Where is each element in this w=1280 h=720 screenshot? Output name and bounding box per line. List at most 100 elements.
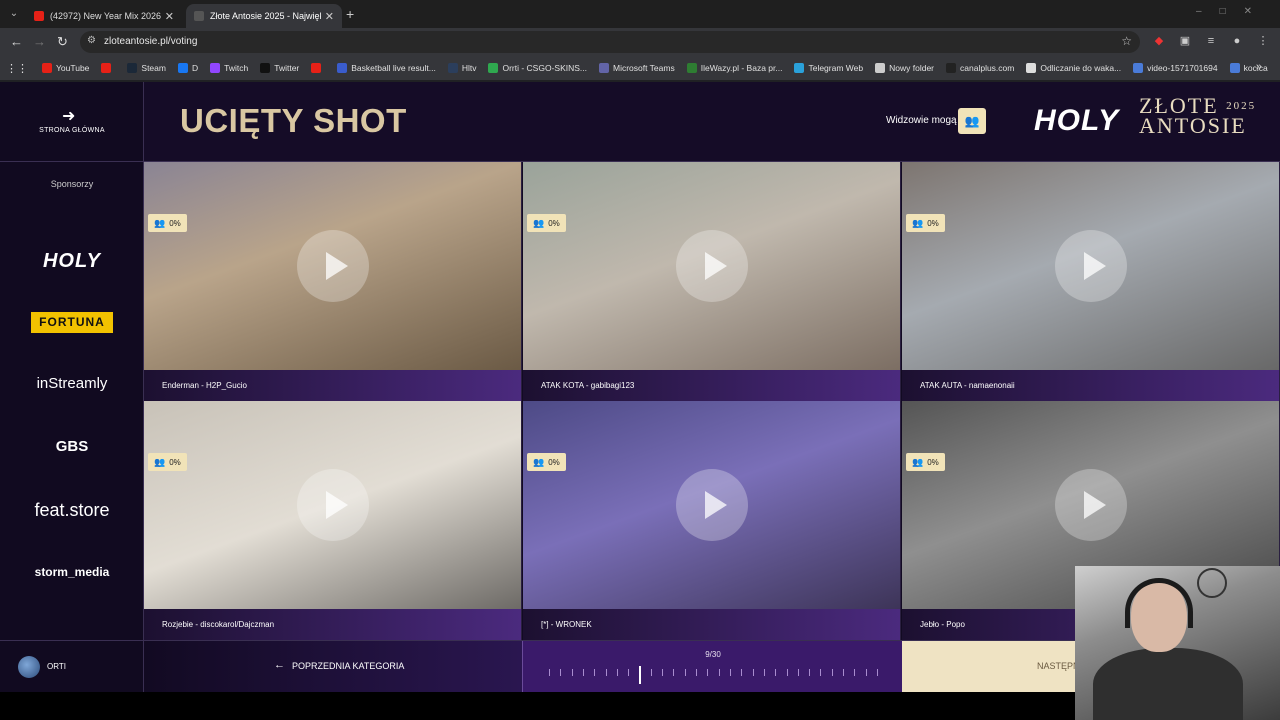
progress-tick: [809, 669, 811, 676]
play-icon[interactable]: [676, 469, 748, 541]
bookmark-item[interactable]: Steam: [127, 63, 166, 73]
sponsor-instreamly-logo[interactable]: inStreamly: [0, 375, 144, 392]
close-tab-icon[interactable]: ✕: [165, 10, 174, 23]
progress-tick: [865, 669, 867, 676]
bookmark-favicon-icon: [337, 63, 348, 73]
sponsor-featstore-logo[interactable]: feat.store: [0, 500, 144, 521]
url-text[interactable]: zloteantosie.pl/voting: [104, 36, 197, 47]
puzzle-icon[interactable]: ▣: [1178, 34, 1192, 48]
progress-tick: [594, 669, 596, 676]
extension-icon[interactable]: ◆: [1152, 34, 1166, 48]
bookmark-item[interactable]: D: [177, 63, 199, 73]
headphones-icon: [1125, 578, 1193, 628]
home-button[interactable]: ➜ STRONA GŁÓWNA: [0, 82, 144, 162]
nominee-tile[interactable]: 👥 0% ATAK AUTA - namaenonaii: [902, 162, 1280, 401]
play-icon[interactable]: [297, 469, 369, 541]
sponsor-gbs-logo[interactable]: GBS: [0, 438, 144, 455]
window-controls[interactable]: –□✕: [1196, 6, 1270, 17]
sponsor-holy-logo[interactable]: HOLY: [0, 250, 144, 273]
bookmark-favicon-icon: [42, 63, 52, 73]
extensions: ◆ ▣ ≡ ● ⋮: [1152, 34, 1270, 48]
tab-search-icon[interactable]: ⌄: [6, 6, 22, 22]
bookmark-favicon-icon: [599, 63, 609, 73]
sidebar-icon[interactable]: ≡: [1204, 34, 1218, 48]
youtube-favicon-icon: [34, 11, 44, 21]
previous-category-button[interactable]: ← POPRZEDNIA KATEGORIA: [144, 641, 522, 693]
bookmark-item[interactable]: video-1571701694: [1133, 63, 1218, 73]
bookmark-item[interactable]: IleWazy.pl - Baza pr...: [686, 63, 782, 73]
bookmark-item[interactable]: Odliczanie do waka...: [1026, 63, 1121, 73]
more-bookmarks-icon[interactable]: »: [1256, 61, 1262, 73]
bookmark-label: D: [191, 63, 199, 73]
vote-percent: 0%: [927, 458, 939, 467]
bookmark-item[interactable]: [311, 63, 325, 73]
progress-tick: [729, 669, 731, 676]
play-icon[interactable]: [1055, 469, 1127, 541]
bookmark-favicon-icon: [177, 63, 188, 73]
reload-icon[interactable]: ↻: [57, 34, 68, 50]
bookmark-favicon-icon: [101, 63, 112, 73]
apps-icon[interactable]: ⋮⋮: [6, 62, 28, 75]
progress-tick: [843, 669, 845, 676]
nominee-tile[interactable]: 👥 0% [*] - WRONEK: [523, 401, 901, 640]
sponsor-stormmedia-logo[interactable]: storm_media: [0, 565, 144, 579]
bookmark-item[interactable]: Twitch: [210, 63, 248, 73]
bookmark-item[interactable]: canalplus.com: [946, 63, 1014, 73]
bookmark-item[interactable]: [101, 63, 115, 73]
nominee-tile[interactable]: 👥 0% Rozjebie - discokarol/Dajczman: [144, 401, 522, 640]
bookmark-label: canalplus.com: [960, 63, 1015, 73]
progress-tick: [820, 669, 822, 676]
tab-youtube[interactable]: (42972) New Year Mix 2026 | Th ✕: [26, 4, 182, 28]
viewers-vote-button[interactable]: 👥: [958, 108, 986, 134]
bookmark-item[interactable]: Telegram Web: [794, 63, 863, 73]
vote-percent-badge: 👥 0%: [527, 214, 566, 232]
page-title: UCIĘTY SHOT: [180, 102, 407, 139]
vote-percent: 0%: [927, 219, 939, 228]
progress-tick: [877, 669, 878, 676]
progress-tick: [775, 669, 777, 676]
progress-tick: [797, 669, 799, 676]
sponsors-title: Sponsorzy: [50, 179, 94, 189]
nominee-tile[interactable]: 👥 0% Enderman - H2P_Gucio: [144, 162, 522, 401]
category-header: UCIĘTY SHOT Widzowie mogą 👥 HOLY ZŁOTE 2…: [144, 82, 1280, 162]
progress-counter: 9/30: [705, 650, 721, 659]
play-icon[interactable]: [297, 230, 369, 302]
profile-icon[interactable]: ●: [1230, 34, 1244, 48]
bookmark-item[interactable]: Nowy folder: [875, 63, 934, 73]
new-tab-button[interactable]: +: [346, 6, 354, 22]
bookmark-item[interactable]: YouTube: [42, 63, 89, 73]
sponsor-fortuna-logo[interactable]: FORTUNA: [31, 312, 113, 333]
menu-icon[interactable]: ⋮: [1256, 34, 1270, 48]
holy-logo: HOLY: [1034, 104, 1120, 137]
bookmark-item[interactable]: Microsoft Teams: [599, 63, 675, 73]
previous-category-label: POPRZEDNIA KATEGORIA: [292, 661, 405, 671]
play-icon[interactable]: [1055, 230, 1127, 302]
bookmark-item[interactable]: Basketball live result...: [337, 63, 436, 73]
avatar[interactable]: [18, 656, 40, 678]
close-tab-icon[interactable]: ✕: [325, 10, 334, 23]
progress-tick: [560, 669, 562, 676]
streamer-webcam-overlay: [1075, 566, 1280, 720]
users-icon: 👥: [964, 114, 980, 128]
logo-line2: ANTOSIE: [1139, 113, 1247, 138]
progress-tick: [696, 669, 698, 676]
bookmark-item[interactable]: Hltv: [447, 63, 476, 73]
tab-zlote-antosie[interactable]: Złote Antosie 2025 - Największ ✕: [186, 4, 342, 28]
vote-percent-badge: 👥 0%: [148, 214, 187, 232]
bookmark-item[interactable]: Orrti - CSGO-SKINS...: [488, 63, 587, 73]
bookmark-label: Telegram Web: [808, 63, 864, 73]
bookmark-label: Steam: [141, 63, 166, 73]
progress-tick: [741, 669, 743, 676]
bookmark-label: YouTube: [56, 63, 90, 73]
address-bar[interactable]: ⚙ zloteantosie.pl/voting ☆: [80, 31, 1140, 53]
bookmark-favicon-icon: [875, 63, 886, 73]
nominee-tile[interactable]: 👥 0% ATAK KOTA - gabibagi123: [523, 162, 901, 401]
bookmark-item[interactable]: Twitter: [260, 63, 299, 73]
progress-tick: [662, 669, 664, 676]
play-icon[interactable]: [676, 230, 748, 302]
site-info-icon[interactable]: ⚙: [87, 35, 96, 46]
forward-icon[interactable]: →: [33, 34, 46, 49]
back-icon[interactable]: ←: [10, 34, 23, 49]
bookmark-star-icon[interactable]: ☆: [1121, 34, 1132, 48]
user-profile[interactable]: ORTI: [0, 640, 144, 692]
